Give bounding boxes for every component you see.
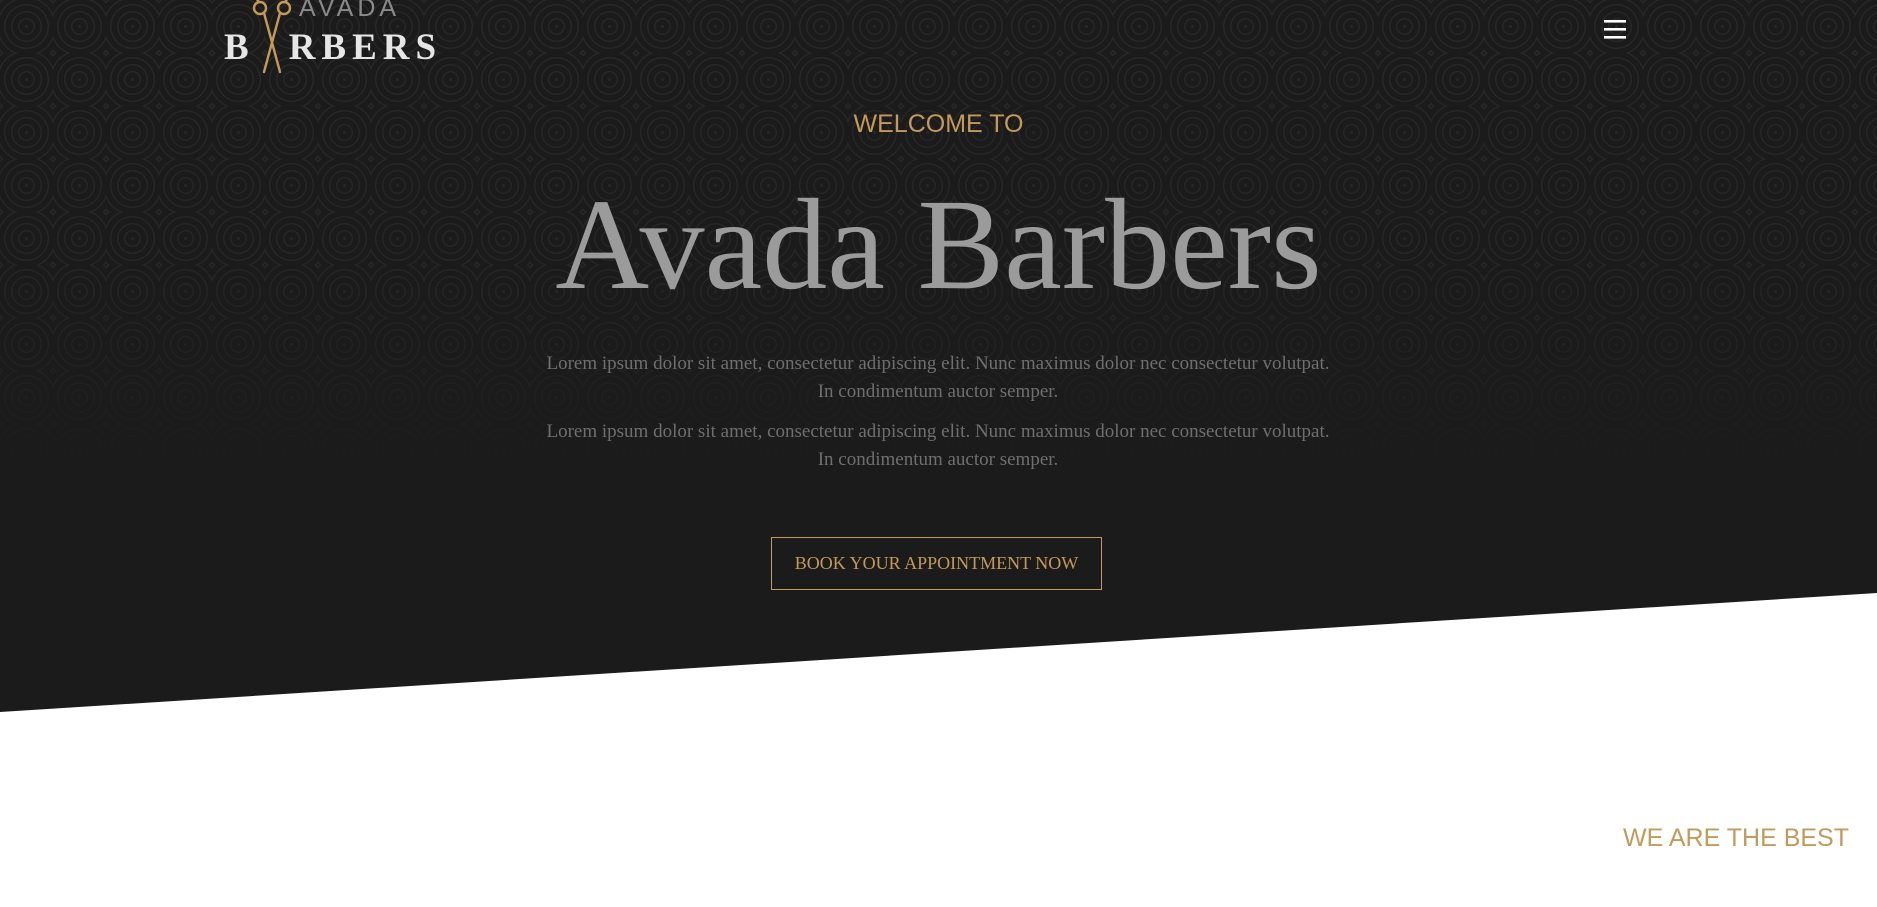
hero-paragraph-1-line-1: Lorem ipsum dolor sit amet, consectetur … [546, 353, 1330, 374]
book-appointment-button[interactable]: BOOK YOUR APPOINTMENT NOW [771, 537, 1102, 590]
hero-paragraph-2: Lorem ipsum dolor sit amet, consectetur … [488, 418, 1388, 474]
logo-main-text: B RBERS [224, 26, 442, 69]
page: AVADA B RBERS WELCOME TO Avada Barbers L… [0, 0, 1877, 907]
hamburger-menu-glyph [1604, 20, 1626, 39]
logo-letter-b: B [224, 27, 255, 68]
site-logo[interactable]: AVADA B RBERS [224, 0, 444, 78]
hero-paragraph-2-line-1: Lorem ipsum dolor sit amet, consectetur … [546, 421, 1330, 442]
hero-paragraph-1-line-2: In condimentum auctor semper. [817, 381, 1059, 402]
logo-letters-rest: RBERS [288, 27, 443, 68]
hero-paragraph-1: Lorem ipsum dolor sit amet, consectetur … [488, 350, 1388, 406]
hamburger-menu-icon[interactable] [1601, 12, 1631, 46]
hero-kicker: WELCOME TO [853, 110, 1024, 138]
hero-paragraph-2-line-2: In condimentum auctor semper. [817, 449, 1059, 470]
section-heading-we-are-the-best: WE ARE THE BEST [1623, 824, 1849, 852]
logo-top-text: AVADA [299, 0, 401, 22]
hero-section: AVADA B RBERS WELCOME TO Avada Barbers L… [0, 0, 1877, 712]
hero-title: Avada Barbers [555, 173, 1322, 317]
